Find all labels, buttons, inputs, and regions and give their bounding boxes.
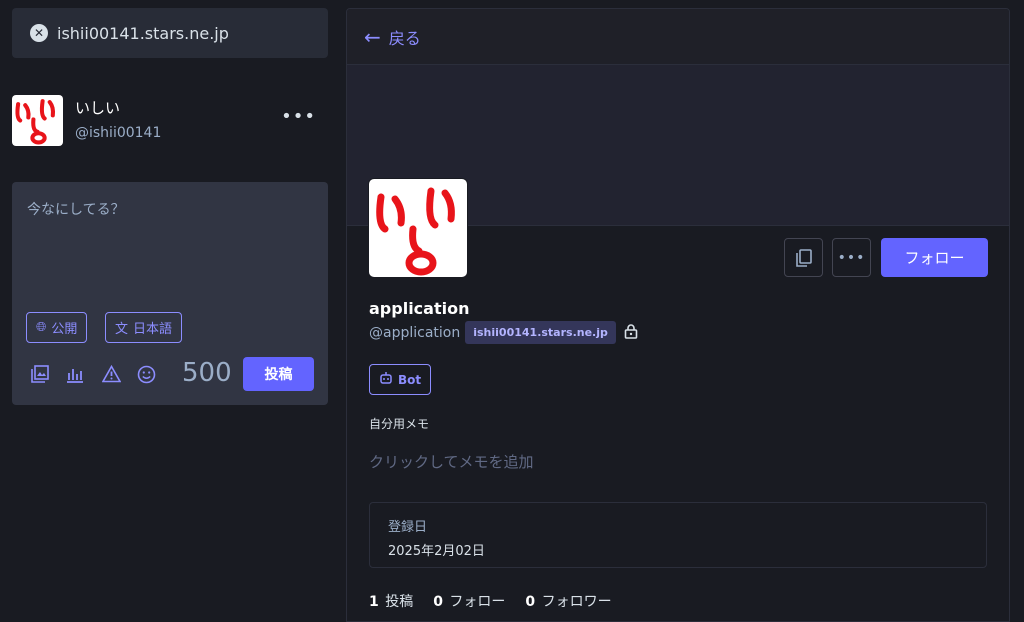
globe-icon: 🌐︎ [36,320,47,335]
visibility-button[interactable]: 🌐︎ 公開 [26,312,88,343]
follow-button[interactable]: フォロー [881,238,988,277]
search-query[interactable]: ishii00141.stars.ne.jp [57,24,229,43]
character-counter: 500 [182,358,232,388]
copy-link-button[interactable] [784,238,823,277]
language-button[interactable]: 文 日本語 [105,312,183,343]
posts-label: 投稿 [385,594,414,610]
memo-label: 自分用メモ [369,417,430,431]
joined-value: 2025年2月02日 [388,544,485,559]
joined-label: 登録日 [388,520,428,535]
bot-icon [379,371,393,388]
posts-count: 1 [369,594,379,610]
followers-stat[interactable]: 0 フォロワー [525,591,611,611]
current-account: いしい @ishii00141 ••• [12,94,328,146]
posts-stat[interactable]: 1 投稿 [369,591,413,611]
profile-avatar[interactable] [368,178,468,278]
back-button[interactable]: ← 戻る [347,9,1009,65]
emoji-icon[interactable] [135,363,157,385]
bot-label: Bot [398,372,422,387]
translate-icon: 文 [115,322,129,337]
followers-count: 0 [525,594,536,610]
warning-icon[interactable] [100,363,122,385]
domain-badge[interactable]: ishii00141.stars.ne.jp [465,321,616,344]
visibility-label: 公開 [51,322,78,337]
compose-form: 今なにしてる？ 🌐︎ 公開 文 日本語 500 投稿 [12,182,328,405]
left-column: ✕ ishii00141.stars.ne.jp いしい @ishii00141… [0,0,340,622]
followers-label: フォロワー [541,594,612,610]
memo-input[interactable]: クリックしてメモを追加 [369,451,534,472]
compose-textarea[interactable]: 今なにしてる？ [27,199,125,219]
avatar[interactable] [12,95,63,146]
post-button[interactable]: 投稿 [243,357,314,391]
account-display-name: いしい [75,99,121,117]
copy-icon [795,248,812,267]
bot-badge: Bot [369,364,432,395]
back-label: 戻る [388,28,421,48]
poll-icon[interactable] [64,363,86,385]
more-icon: ••• [837,249,866,266]
image-icon[interactable] [29,363,51,385]
profile-username-row: @application ishii00141.stars.ne.jp [369,321,638,344]
account-handle: @ishii00141 [75,125,162,141]
joined-field: 登録日 2025年2月02日 [369,502,987,568]
profile-column: ← 戻る ••• フォロー application @application i… [346,8,1010,622]
search-field[interactable]: ✕ ishii00141.stars.ne.jp [12,8,328,58]
close-icon[interactable]: ✕ [30,24,48,42]
profile-more-button[interactable]: ••• [832,238,871,277]
following-stat[interactable]: 0 フォロー [433,591,505,611]
arrow-left-icon: ← [364,24,381,49]
more-icon[interactable]: ••• [281,106,316,127]
profile-display-name: application [369,299,470,318]
language-label: 日本語 [133,322,173,337]
lock-icon [624,323,638,343]
following-label: フォロー [449,594,506,610]
following-count: 0 [433,594,443,610]
profile-username: @application [369,324,461,341]
profile-stats: 1 投稿 0 フォロー 0 フォロワー [369,591,632,611]
